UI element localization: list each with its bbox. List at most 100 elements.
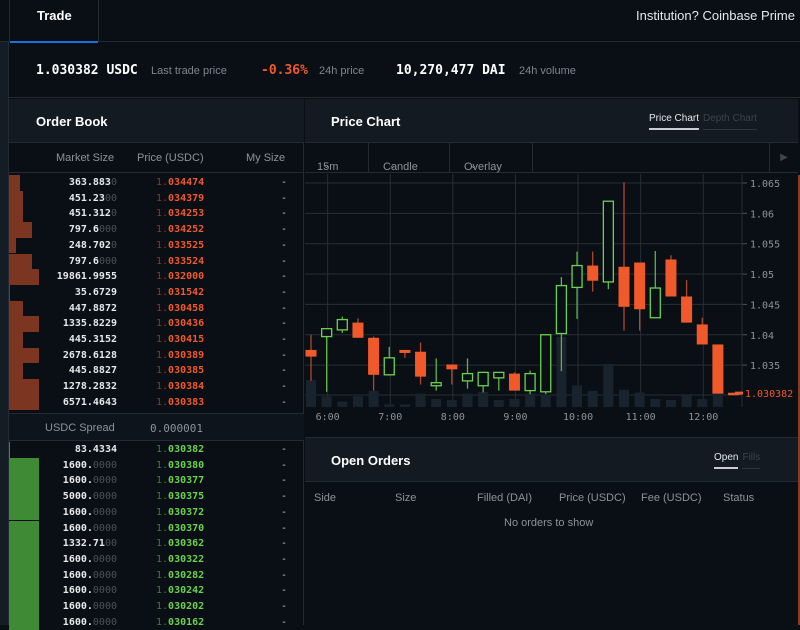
volume-bar [603, 363, 614, 407]
volume-bar [431, 398, 442, 407]
tab-price-chart[interactable]: Price Chart [649, 113, 700, 130]
coinbase-prime-link[interactable]: Institution? Coinbase Prime [636, 8, 795, 23]
overlay-select[interactable]: Overlay ⌄ [450, 143, 533, 173]
my-size: - [280, 569, 287, 581]
price: 1.030362 [156, 538, 205, 550]
candle-body-down [712, 344, 724, 394]
depth-bar [9, 567, 39, 584]
candle-body-up [649, 287, 661, 319]
x-tick-label: 9:00 [503, 412, 527, 423]
ask-row[interactable]: 1278.2832 1.030384 - [9, 379, 304, 395]
x-tick-label: 8:00 [441, 412, 465, 423]
tab-fills[interactable]: Fills [742, 452, 761, 469]
ask-row[interactable]: 445.8827 1.030385 - [9, 363, 304, 380]
ask-row[interactable]: 451.3120 1.034253 - [9, 206, 304, 223]
my-size: - [280, 192, 287, 204]
candle-body-up [336, 318, 348, 331]
volume-bar [446, 400, 457, 407]
candle-body-down [618, 266, 630, 307]
bid-row[interactable]: 1600.0000 1.030162 - [9, 614, 304, 630]
ask-row[interactable]: 19861.9955 1.032000 - [9, 269, 304, 285]
market-size: 1600.0000 [62, 475, 117, 487]
ask-row[interactable]: 797.6000 1.034252 - [9, 222, 304, 238]
ask-row[interactable]: 248.7020 1.033525 - [9, 237, 304, 254]
ask-row[interactable]: 6571.4643 1.030383 - [9, 394, 304, 411]
bid-row[interactable]: 1600.0000 1.030282 - [9, 567, 304, 584]
bid-row[interactable]: 1600.0000 1.030377 - [9, 473, 304, 490]
depth-bar [9, 175, 21, 191]
chart-type-select[interactable]: Candle ⌄ [369, 143, 450, 173]
ask-row[interactable]: 447.8872 1.030458 - [9, 300, 304, 317]
ask-row[interactable]: 363.8830 1.034474 - [9, 175, 304, 191]
play-icon[interactable]: ▶ [769, 143, 798, 173]
candle-body-down [415, 351, 427, 377]
volume-bar [462, 393, 473, 407]
market-size: 1600.0000 [62, 616, 117, 628]
bid-row[interactable]: 1600.0000 1.030322 - [9, 551, 304, 568]
bid-row[interactable]: 1600.0000 1.030370 - [9, 520, 304, 537]
tab-depth-chart[interactable]: Depth Chart [703, 113, 757, 130]
my-size: - [280, 239, 287, 251]
x-tick-label: 6:00 [316, 412, 340, 423]
bid-row[interactable]: 5000.0000 1.030375 - [9, 489, 304, 505]
depth-bar [9, 599, 39, 615]
tab-trade[interactable]: Trade [9, 0, 99, 43]
price: 1.031542 [156, 286, 205, 298]
ask-row[interactable]: 445.3152 1.030415 - [9, 332, 304, 348]
market-size: 445.8827 [68, 365, 117, 377]
my-size: - [280, 506, 287, 518]
bid-row[interactable]: 1600.0000 1.030242 - [9, 583, 304, 599]
market-size: 1278.2832 [62, 381, 117, 393]
chevron-down-icon: ⌄ [470, 161, 477, 170]
volume-bar [509, 398, 520, 407]
bid-row[interactable]: 1332.7100 1.030362 - [9, 536, 304, 552]
last-trade-price: 1.030382 USDC [36, 63, 138, 78]
bid-row[interactable]: 1600.0000 1.030202 - [9, 599, 304, 615]
market-size: 1600.0000 [62, 506, 117, 518]
candle-body-down [681, 296, 693, 323]
price: 1.030382 [156, 444, 205, 455]
price-change-24h: -0.36% [261, 63, 308, 78]
ask-row[interactable]: 2678.6128 1.030389 - [9, 347, 304, 364]
interval-select[interactable]: 15m ⌄ [305, 143, 369, 173]
market-size: 1332.7100 [62, 538, 117, 550]
my-size: - [280, 553, 287, 565]
y-tick-label: 1.055 [750, 240, 780, 251]
bid-row[interactable]: 1600.0000 1.030372 - [9, 504, 304, 521]
volume-bar [306, 380, 316, 407]
depth-bar [9, 190, 23, 207]
tab-open[interactable]: Open [714, 452, 739, 469]
volume-bar [697, 398, 708, 407]
candle-body-up [555, 284, 568, 335]
volume-bar [619, 389, 629, 407]
candle-body-down [399, 349, 411, 353]
y-tick-label: 1.06 [750, 209, 774, 220]
spread-label: USDC Spread [45, 422, 115, 434]
ask-row[interactable]: 451.2300 1.034379 - [9, 190, 304, 207]
ask-row[interactable]: 1335.8229 1.030436 - [9, 316, 304, 332]
depth-bar [9, 583, 39, 599]
price: 1.030436 [156, 318, 205, 330]
price: 1.030375 [156, 491, 205, 503]
market-size: 1600.0000 [62, 585, 117, 597]
depth-bar [9, 316, 39, 332]
chevron-down-icon: ⌄ [389, 161, 396, 170]
volume-bar [493, 400, 504, 407]
ask-row[interactable]: 797.6000 1.033524 - [9, 253, 304, 270]
bid-row[interactable]: 83.4334 1.030382 - [9, 442, 304, 458]
volume-bar [525, 393, 536, 407]
market-size: 797.6000 [68, 224, 117, 236]
depth-bar [9, 253, 33, 270]
market-size: 1600.0000 [62, 553, 117, 565]
market-size: 1600.0000 [62, 601, 117, 612]
depth-bar [9, 284, 11, 301]
market-size: 248.7020 [68, 239, 117, 251]
ask-row[interactable]: 35.6729 1.031542 - [9, 284, 304, 301]
candlestick-chart[interactable]: 1.035 1.04 1.045 1.05 1.055 1.06 1.065 6:00 7:00… [305, 174, 798, 436]
y-tick-label: 1.05 [750, 270, 774, 281]
my-size: - [280, 255, 287, 267]
market-size: 2678.6128 [62, 349, 117, 361]
bid-row[interactable]: 1600.0000 1.030380 - [9, 457, 304, 474]
order-book-header: Order Book [9, 99, 304, 143]
my-size: - [280, 475, 287, 487]
